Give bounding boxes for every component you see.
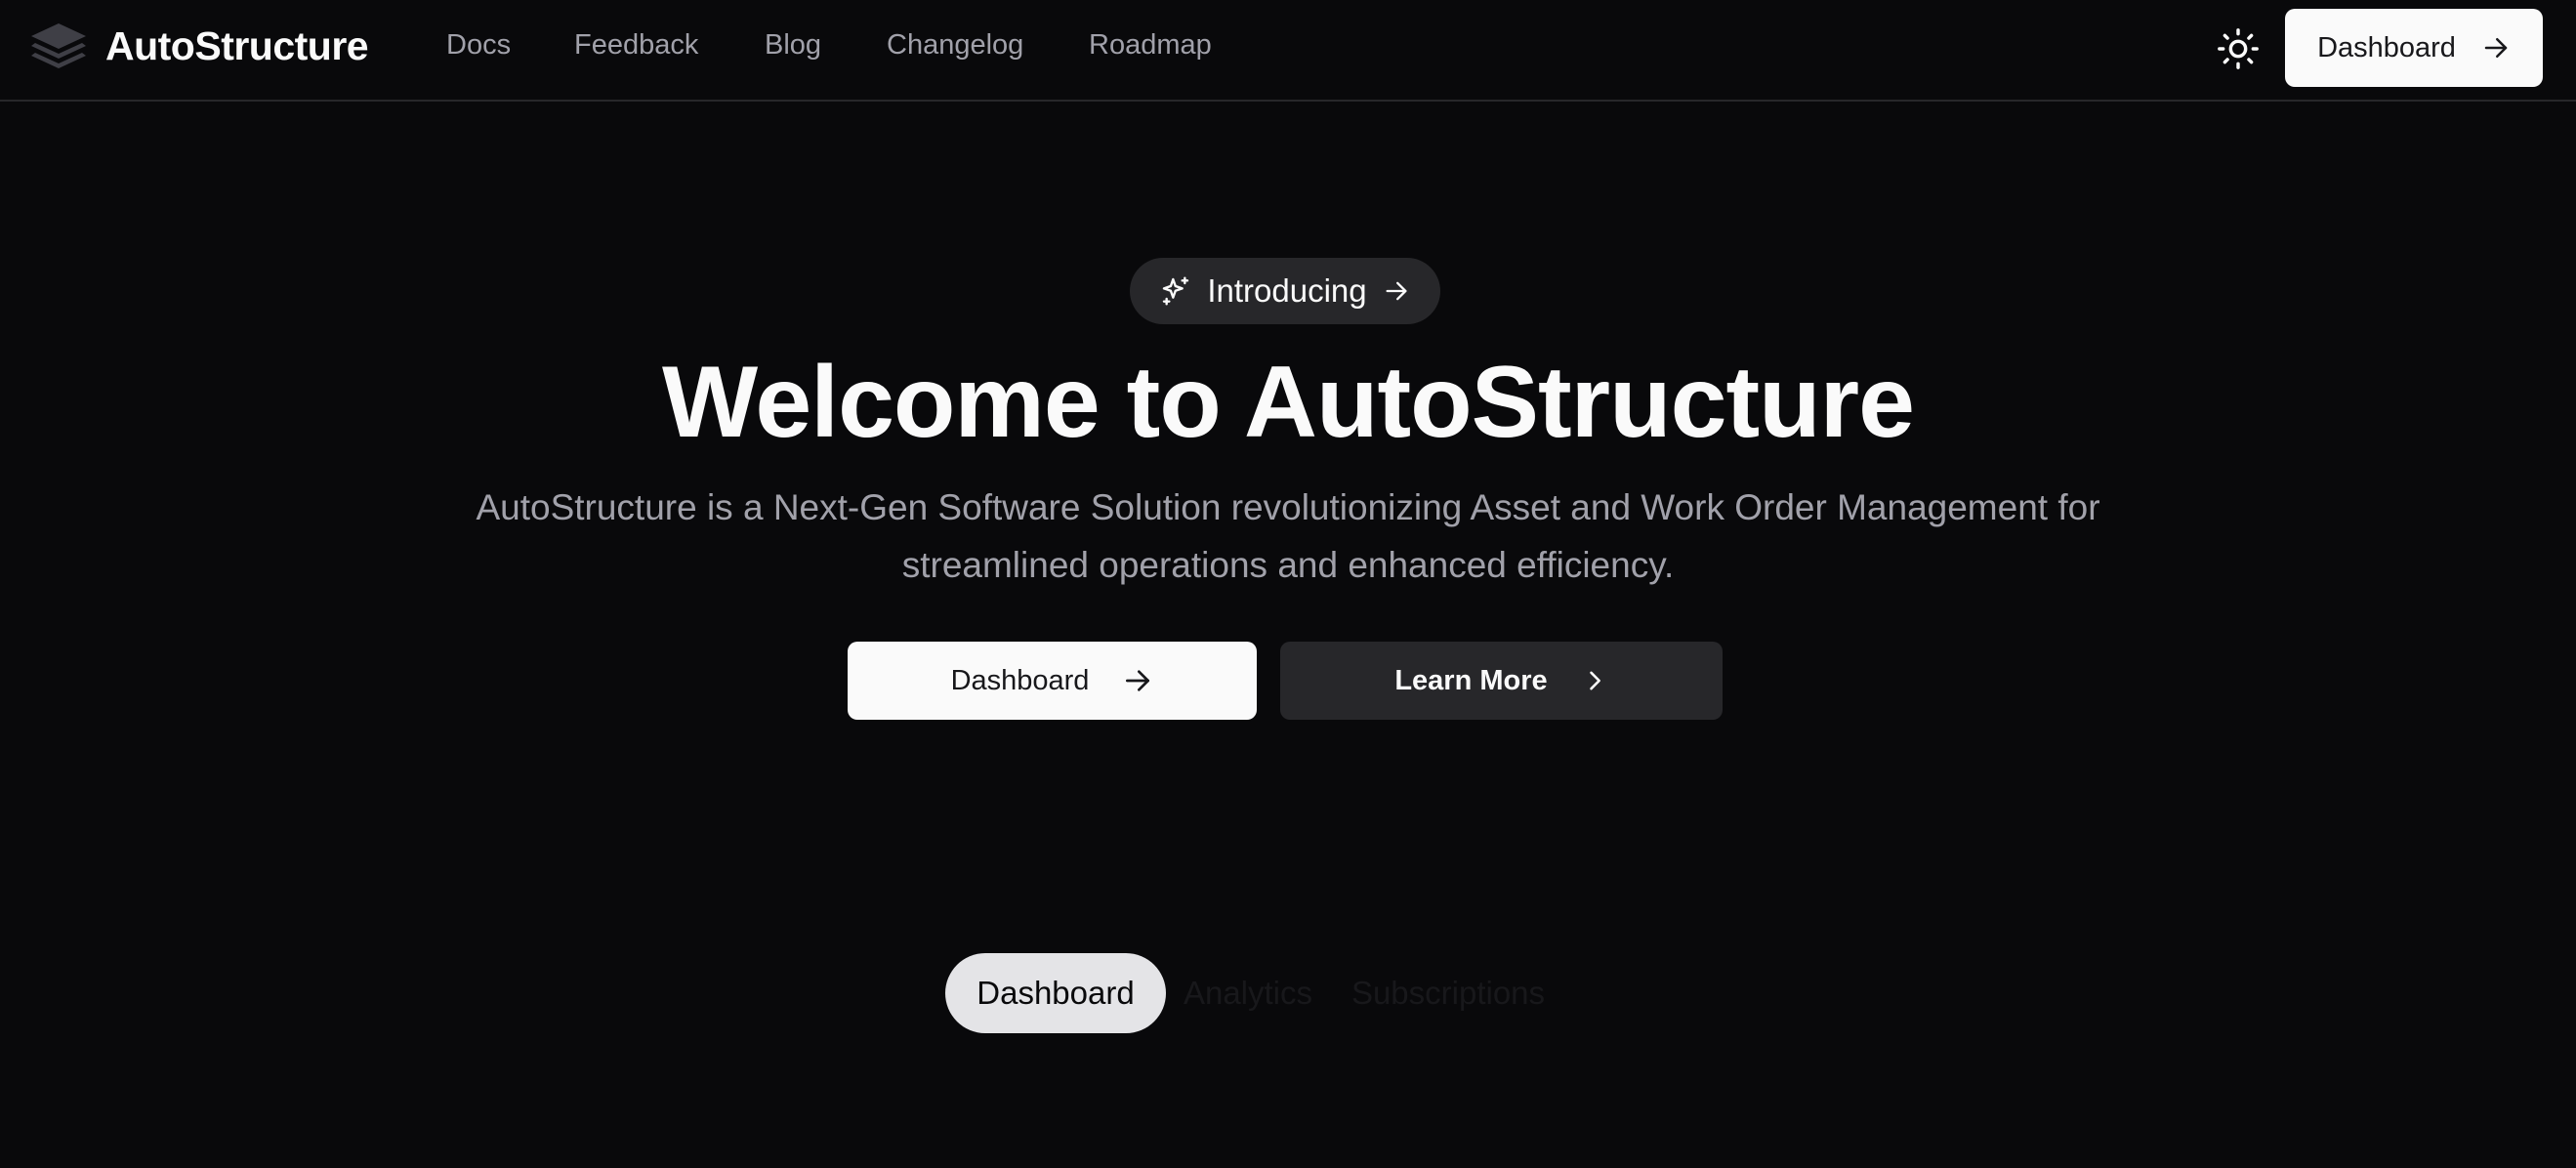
- nav-dashboard-label: Dashboard: [2317, 31, 2456, 63]
- nav-link-docs[interactable]: Docs: [446, 29, 511, 62]
- tab-dashboard[interactable]: Dashboard: [945, 953, 1166, 1033]
- layers-logo-icon[interactable]: [29, 21, 88, 72]
- hero-subtitle: AutoStructure is a Next-Gen Software Sol…: [476, 487, 2100, 585]
- tab-subscriptions[interactable]: Subscriptions: [1336, 953, 1560, 1033]
- nav-link-changelog[interactable]: Changelog: [887, 29, 1023, 62]
- nav-link-feedback[interactable]: Feedback: [574, 29, 698, 62]
- arrow-right-icon: [1122, 665, 1153, 696]
- theme-toggle-button[interactable]: [2211, 21, 2265, 76]
- introducing-label: Introducing: [1207, 272, 1367, 309]
- hero-title: Welcome to AutoStructure: [662, 346, 1915, 459]
- top-navbar: AutoStructure Docs Feedback Blog Changel…: [0, 0, 2576, 102]
- learn-more-label: Learn More: [1394, 664, 1548, 696]
- hero-dashboard-label: Dashboard: [950, 664, 1090, 696]
- tab-analytics[interactable]: Analytics: [1180, 953, 1316, 1033]
- nav-dashboard-button[interactable]: Dashboard: [2285, 9, 2543, 87]
- sparkles-icon: [1160, 275, 1191, 307]
- nav-link-roadmap[interactable]: Roadmap: [1089, 29, 1212, 62]
- learn-more-button[interactable]: Learn More: [1280, 642, 1723, 720]
- hero-dashboard-button[interactable]: Dashboard: [848, 642, 1257, 720]
- arrow-right-icon: [2481, 33, 2511, 63]
- introducing-badge[interactable]: Introducing: [1130, 258, 1440, 324]
- brand-name[interactable]: AutoStructure: [105, 23, 369, 69]
- sun-icon: [2216, 26, 2261, 71]
- nav-link-blog[interactable]: Blog: [765, 29, 821, 62]
- chevron-right-icon: [1581, 667, 1608, 694]
- arrow-right-icon: [1383, 277, 1410, 305]
